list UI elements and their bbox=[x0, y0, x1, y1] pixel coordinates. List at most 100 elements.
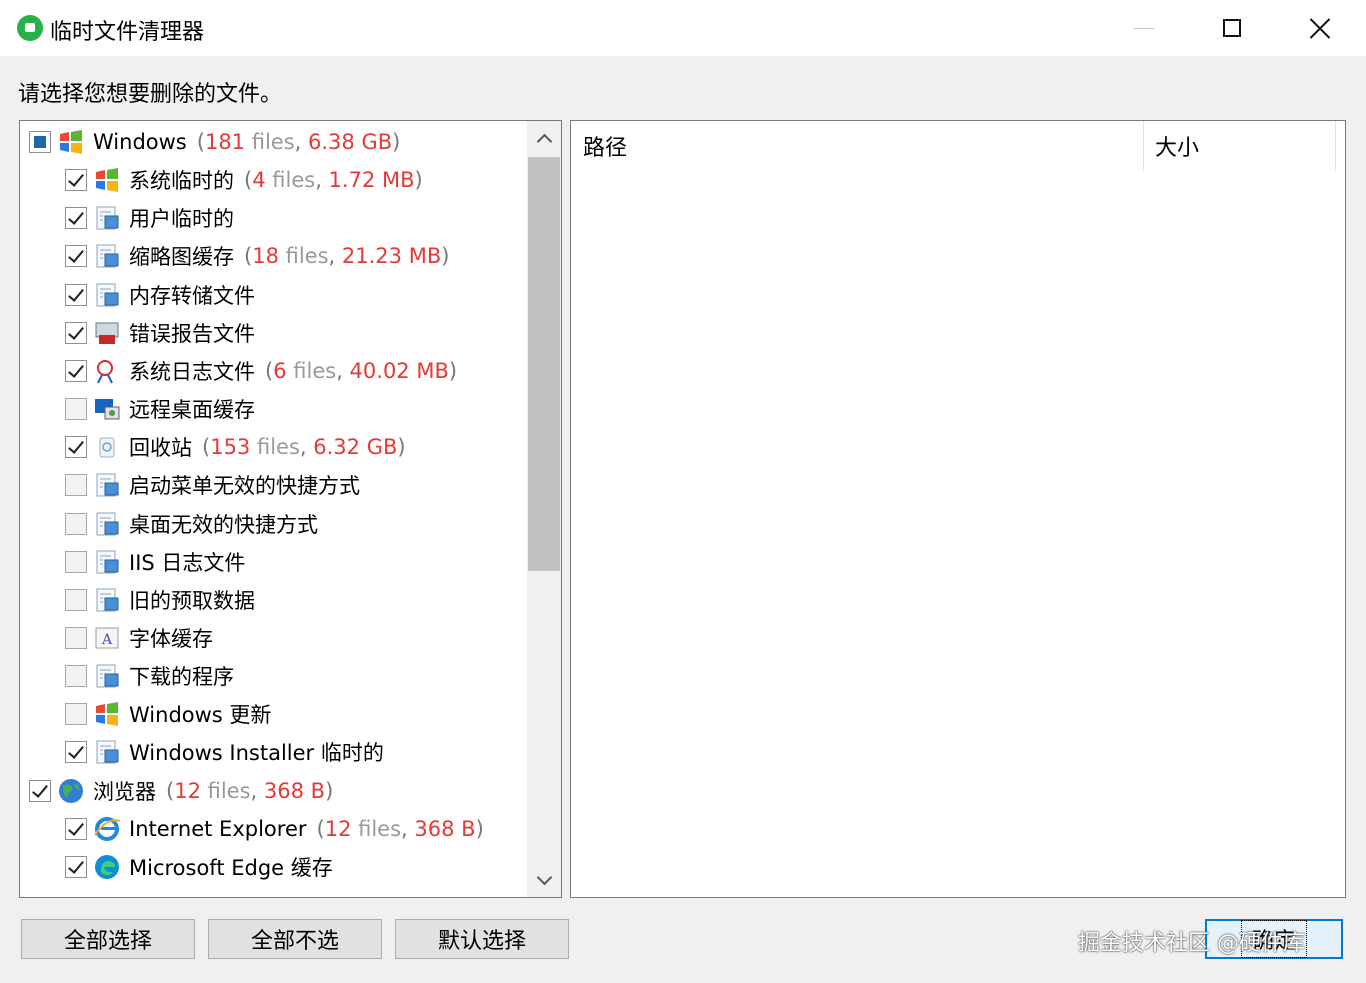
tree-row[interactable]: 缩略图缓存 (18 files, 21.23 MB) bbox=[20, 237, 528, 275]
tree-row[interactable]: Windows Installer 临时的 bbox=[20, 733, 528, 771]
tree-stats: (181 files, 6.38 GB) bbox=[196, 130, 401, 154]
thumbnail-cache-icon bbox=[93, 242, 121, 270]
tree-label: 系统日志文件 bbox=[129, 359, 255, 384]
close-button[interactable] bbox=[1276, 0, 1364, 56]
tree-label: 回收站 bbox=[129, 436, 192, 461]
windows-update-icon bbox=[93, 700, 121, 728]
default-select-button[interactable]: 默认选择 bbox=[395, 919, 569, 959]
confirm-button-label: 确定 bbox=[1240, 920, 1307, 958]
tree-checkbox[interactable] bbox=[65, 512, 87, 535]
tree-checkbox[interactable] bbox=[65, 169, 87, 192]
prefetch-icon bbox=[93, 586, 121, 614]
font-cache-icon: A bbox=[93, 624, 121, 652]
tree-checkbox[interactable] bbox=[65, 588, 87, 611]
tree-label: Internet Explorer bbox=[129, 816, 307, 841]
tree-row[interactable]: 浏览器 (12 files, 368 B) bbox=[20, 772, 528, 810]
tree-label: 下载的程序 bbox=[129, 665, 234, 690]
tree-label: 浏览器 bbox=[93, 779, 156, 804]
downloaded-programs-icon bbox=[93, 662, 121, 690]
tree-checkbox[interactable] bbox=[29, 131, 51, 153]
minimize-button[interactable] bbox=[1100, 0, 1188, 56]
tree-checkbox[interactable] bbox=[29, 779, 51, 802]
file-category-tree[interactable]: Windows (181 files, 6.38 GB) 系统临时的 (4 files… bbox=[19, 120, 562, 898]
tree-label: IIS 日志文件 bbox=[129, 550, 246, 575]
tree-row[interactable]: 用户临时的 bbox=[20, 199, 528, 237]
chevron-up-icon bbox=[536, 133, 552, 149]
tree-row[interactable]: 下载的程序 bbox=[20, 657, 528, 695]
tree-checkbox[interactable] bbox=[65, 245, 87, 268]
tree-checkbox[interactable] bbox=[65, 207, 87, 230]
tree-checkbox[interactable] bbox=[65, 817, 87, 840]
tree-label: 启动菜单无效的快捷方式 bbox=[129, 474, 360, 499]
title-bar: 临时文件清理器 bbox=[0, 0, 1366, 56]
tree-label: 远程桌面缓存 bbox=[129, 398, 255, 423]
tree-checkbox[interactable] bbox=[65, 741, 87, 764]
tree-checkbox[interactable] bbox=[65, 398, 87, 421]
start-menu-shortcut-icon bbox=[93, 471, 121, 499]
tree-checkbox[interactable] bbox=[65, 855, 87, 878]
column-header-size[interactable]: 大小 bbox=[1155, 121, 1335, 171]
tree-checkbox[interactable] bbox=[65, 474, 87, 497]
tree-row[interactable]: 旧的预取数据 bbox=[20, 581, 528, 619]
window-title: 临时文件清理器 bbox=[50, 20, 205, 45]
tree-row[interactable]: Windows 更新 bbox=[20, 695, 528, 733]
tree-row[interactable]: 桌面无效的快捷方式 bbox=[20, 505, 528, 543]
tree-label: 缩略图缓存 bbox=[129, 245, 234, 270]
column-header-path[interactable]: 路径 bbox=[583, 121, 1143, 171]
tree-checkbox[interactable] bbox=[65, 665, 87, 688]
tree-label: 系统临时的 bbox=[129, 169, 234, 194]
tree-checkbox[interactable] bbox=[65, 550, 87, 573]
select-all-button[interactable]: 全部选择 bbox=[21, 919, 195, 959]
column-divider[interactable] bbox=[1143, 121, 1144, 171]
iis-log-icon bbox=[93, 548, 121, 576]
svg-text:A: A bbox=[101, 632, 113, 648]
tree-row[interactable]: 系统临时的 (4 files, 1.72 MB) bbox=[20, 161, 528, 199]
tree-row[interactable]: 内存转储文件 bbox=[20, 276, 528, 314]
instruction-text: 请选择您想要删除的文件。 bbox=[18, 82, 283, 107]
select-none-button[interactable]: 全部不选 bbox=[208, 919, 382, 959]
maximize-button[interactable] bbox=[1188, 0, 1276, 56]
app-icon bbox=[17, 15, 43, 41]
internet-explorer-icon bbox=[93, 815, 121, 843]
scroll-down-button[interactable] bbox=[527, 863, 561, 897]
tree-checkbox[interactable] bbox=[65, 626, 87, 649]
tree-row[interactable]: 错误报告文件 bbox=[20, 314, 528, 352]
file-detail-list[interactable]: 路径 大小 bbox=[570, 120, 1346, 898]
globe-icon bbox=[57, 777, 85, 805]
temp-file-cleaner-window: 临时文件清理器 请选择您想要删除的文件。 Windows (181 files, … bbox=[0, 0, 1366, 983]
tree-label: Windows Installer 临时的 bbox=[129, 741, 384, 766]
tree-row[interactable]: IIS 日志文件 bbox=[20, 543, 528, 581]
windows-flag-icon bbox=[57, 128, 85, 156]
tree-label: 用户临时的 bbox=[129, 207, 234, 232]
column-divider[interactable] bbox=[1335, 121, 1336, 171]
scroll-thumb[interactable] bbox=[528, 157, 560, 571]
tree-row[interactable]: Internet Explorer (12 files, 368 B) bbox=[20, 810, 528, 848]
maximize-icon bbox=[1223, 19, 1241, 37]
user-files-icon bbox=[93, 204, 121, 232]
tree-checkbox[interactable] bbox=[65, 436, 87, 459]
close-icon bbox=[1309, 17, 1331, 39]
tree-row[interactable]: 远程桌面缓存 bbox=[20, 390, 528, 428]
tree-row[interactable]: Windows (181 files, 6.38 GB) bbox=[20, 123, 528, 161]
tree-row[interactable]: 回收站 (153 files, 6.32 GB) bbox=[20, 428, 528, 466]
tree-row[interactable]: A 字体缓存 bbox=[20, 619, 528, 657]
tree-stats: (6 files, 40.02 MB) bbox=[265, 358, 458, 383]
tree-label: Windows bbox=[93, 130, 187, 154]
tree-checkbox[interactable] bbox=[65, 359, 87, 382]
error-report-icon bbox=[93, 319, 121, 347]
tree-label: 内存转储文件 bbox=[129, 283, 255, 308]
confirm-button[interactable]: 确定 bbox=[1205, 919, 1343, 959]
tree-checkbox[interactable] bbox=[65, 283, 87, 306]
tree-stats: (18 files, 21.23 MB) bbox=[244, 244, 450, 269]
tree-row[interactable]: Microsoft Edge 缓存 bbox=[20, 848, 528, 886]
tree-checkbox[interactable] bbox=[65, 703, 87, 726]
tree-stats: (153 files, 6.32 GB) bbox=[202, 435, 406, 460]
tree-scrollbar[interactable] bbox=[527, 121, 561, 897]
tree-label: 错误报告文件 bbox=[129, 321, 255, 346]
tree-row[interactable]: 系统日志文件 (6 files, 40.02 MB) bbox=[20, 352, 528, 390]
scroll-up-button[interactable] bbox=[527, 121, 561, 155]
recycle-bin-icon bbox=[93, 433, 121, 461]
tree-stats: (12 files, 368 B) bbox=[316, 816, 484, 841]
tree-checkbox[interactable] bbox=[65, 321, 87, 344]
tree-row[interactable]: 启动菜单无效的快捷方式 bbox=[20, 466, 528, 504]
